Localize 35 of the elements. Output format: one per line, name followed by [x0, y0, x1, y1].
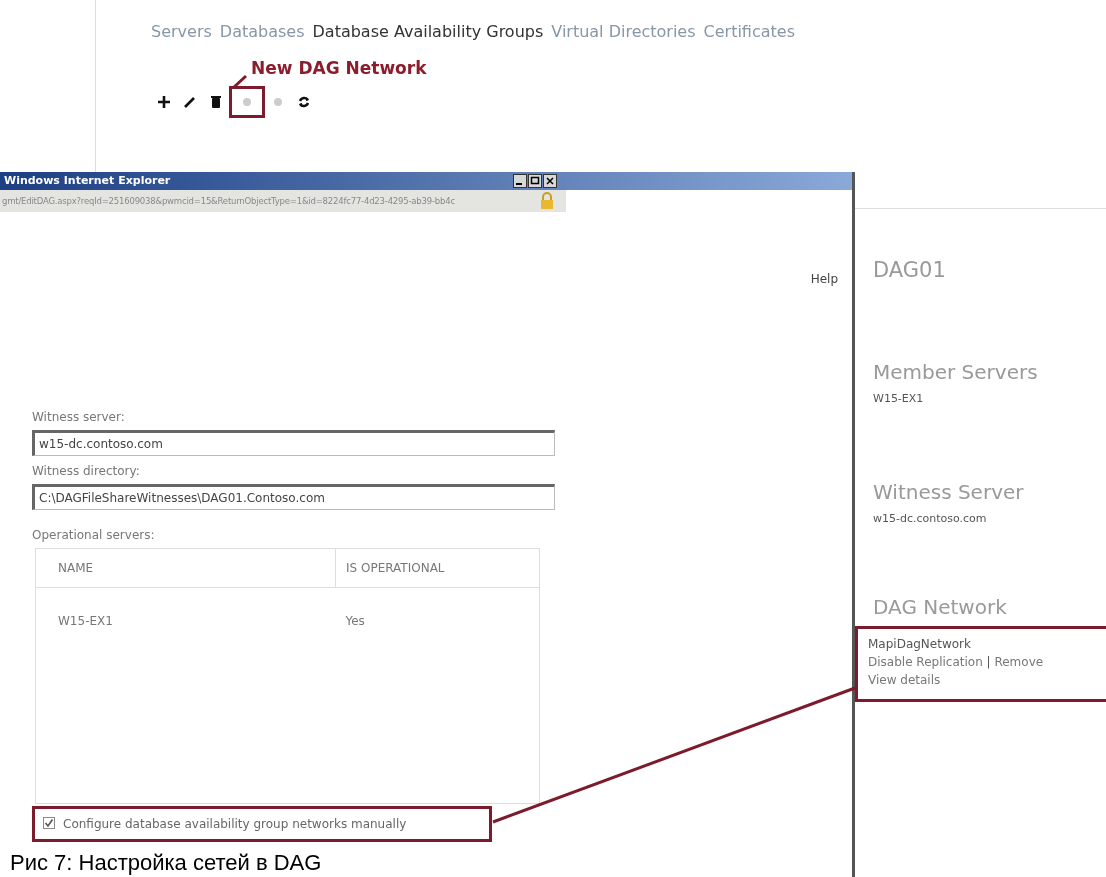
- field-label: Operational servers:: [32, 527, 156, 544]
- nav-tab[interactable]: Virtual Directories: [551, 20, 696, 44]
- table-cell: W15-EX1: [58, 613, 113, 628]
- section-heading: Witness Server: [873, 479, 1025, 506]
- nav-tab[interactable]: Database Availability Groups: [312, 20, 544, 44]
- field-label: Witness server:: [32, 409, 126, 426]
- separator: |: [986, 654, 991, 669]
- callout-label: New DAG Network: [251, 57, 427, 80]
- table-cell: Yes: [345, 613, 365, 628]
- lock-icon: [538, 191, 556, 211]
- disable-replication-link[interactable]: Disable Replication: [868, 654, 983, 669]
- column-header: IS OPERATIONAL: [346, 561, 445, 575]
- window-title: Windows Internet Explorer: [4, 172, 171, 189]
- section-value: w15-dc.contoso.com: [873, 511, 988, 527]
- network-name: MapiDagNetwork: [868, 635, 972, 653]
- section-heading: DAG Network: [873, 593, 1008, 621]
- close-icon[interactable]: [543, 174, 557, 188]
- text-field[interactable]: w15-dc.contoso.com: [32, 430, 555, 456]
- help-link[interactable]: Help: [810, 270, 838, 288]
- text-field[interactable]: C:\DAGFileShareWitnesses\DAG01.Contoso.com: [32, 484, 555, 510]
- field-label: Witness directory:: [32, 463, 141, 480]
- nav-tab[interactable]: Databases: [219, 20, 305, 44]
- section-value: W15-EX1: [873, 390, 925, 407]
- nav-tab[interactable]: Servers: [151, 20, 212, 44]
- figure-caption: Рис 7: Настройка сетей в DAG: [10, 850, 322, 875]
- maximize-icon[interactable]: [528, 174, 542, 188]
- checkbox-label: Configure database availability group networks manually: [63, 816, 407, 833]
- nav-tab[interactable]: Certificates: [703, 20, 795, 44]
- view-details-link[interactable]: View details: [868, 672, 941, 687]
- panel-title: DAG01: [873, 257, 947, 284]
- remove-link[interactable]: Remove: [994, 654, 1044, 669]
- minimize-icon[interactable]: [513, 174, 527, 188]
- column-header: NAME: [58, 561, 94, 575]
- checkbox[interactable]: [43, 817, 55, 829]
- section-heading: Member Servers: [873, 358, 1039, 386]
